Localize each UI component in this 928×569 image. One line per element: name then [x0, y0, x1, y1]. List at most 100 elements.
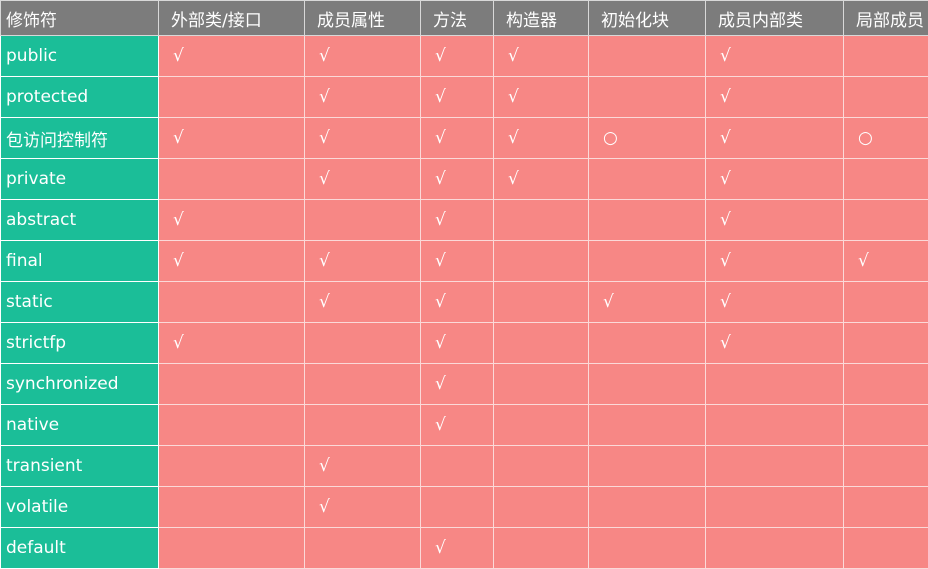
- table-row: private√√√√: [1, 159, 928, 200]
- modifier-name-cell: 包访问控制符: [1, 118, 159, 159]
- method-cell: √: [421, 77, 494, 118]
- modifier-name-cell: abstract: [1, 200, 159, 241]
- modifier-table: 修饰符 外部类/接口 成员属性 方法 构造器 初始化块 成员内部类 局部成员 p…: [0, 0, 928, 569]
- member-field-cell: √: [305, 118, 421, 159]
- method-cell: √: [421, 405, 494, 446]
- local-member-cell: [844, 159, 928, 200]
- member-inner-class-cell: [706, 528, 844, 569]
- outer-class-interface-cell: [159, 77, 305, 118]
- method-cell: [421, 446, 494, 487]
- outer-class-interface-cell: [159, 446, 305, 487]
- modifier-name-cell: final: [1, 241, 159, 282]
- member-inner-class-cell: [706, 405, 844, 446]
- member-field-cell: √: [305, 159, 421, 200]
- header-constructor: 构造器: [494, 1, 589, 36]
- initializer-block-cell: √: [589, 282, 706, 323]
- header-row: 修饰符 外部类/接口 成员属性 方法 构造器 初始化块 成员内部类 局部成员: [1, 1, 928, 36]
- member-field-cell: √: [305, 241, 421, 282]
- outer-class-interface-cell: √: [159, 323, 305, 364]
- constructor-cell: [494, 323, 589, 364]
- table-row: volatile √: [1, 487, 928, 528]
- modifier-name-cell: native: [1, 405, 159, 446]
- local-member-cell: [844, 77, 928, 118]
- method-cell: √: [421, 118, 494, 159]
- member-field-cell: √: [305, 77, 421, 118]
- member-inner-class-cell: √: [706, 323, 844, 364]
- header-method: 方法: [421, 1, 494, 36]
- initializer-block-cell: [589, 405, 706, 446]
- modifier-name-cell: synchronized: [1, 364, 159, 405]
- method-cell: √: [421, 282, 494, 323]
- initializer-block-cell: [589, 36, 706, 77]
- initializer-block-cell: [589, 159, 706, 200]
- table-row: strictfp√√√: [1, 323, 928, 364]
- member-field-cell: √: [305, 446, 421, 487]
- member-field-cell: [305, 364, 421, 405]
- local-member-cell: [844, 323, 928, 364]
- modifier-name-cell: private: [1, 159, 159, 200]
- member-field-cell: [305, 528, 421, 569]
- member-field-cell: [305, 405, 421, 446]
- method-cell: [421, 487, 494, 528]
- constructor-cell: [494, 487, 589, 528]
- member-inner-class-cell: √: [706, 159, 844, 200]
- constructor-cell: [494, 282, 589, 323]
- method-cell: √: [421, 323, 494, 364]
- header-local-member: 局部成员: [844, 1, 928, 36]
- table-row: transient √: [1, 446, 928, 487]
- constructor-cell: √: [494, 118, 589, 159]
- local-member-cell: [844, 528, 928, 569]
- constructor-cell: √: [494, 77, 589, 118]
- member-inner-class-cell: √: [706, 200, 844, 241]
- initializer-block-cell: [589, 77, 706, 118]
- outer-class-interface-cell: [159, 405, 305, 446]
- initializer-block-cell: [589, 364, 706, 405]
- outer-class-interface-cell: √: [159, 241, 305, 282]
- member-field-cell: [305, 200, 421, 241]
- outer-class-interface-cell: [159, 282, 305, 323]
- local-member-cell: [844, 36, 928, 77]
- local-member-cell: ○: [844, 118, 928, 159]
- table-row: protected√√√√: [1, 77, 928, 118]
- member-field-cell: √: [305, 282, 421, 323]
- table-row: final√√√√√: [1, 241, 928, 282]
- constructor-cell: √: [494, 159, 589, 200]
- outer-class-interface-cell: √: [159, 200, 305, 241]
- initializer-block-cell: [589, 446, 706, 487]
- constructor-cell: [494, 528, 589, 569]
- modifier-name-cell: transient: [1, 446, 159, 487]
- modifier-name-cell: public: [1, 36, 159, 77]
- outer-class-interface-cell: [159, 364, 305, 405]
- method-cell: √: [421, 364, 494, 405]
- member-inner-class-cell: √: [706, 77, 844, 118]
- local-member-cell: [844, 200, 928, 241]
- method-cell: √: [421, 241, 494, 282]
- member-field-cell: √: [305, 487, 421, 528]
- outer-class-interface-cell: √: [159, 36, 305, 77]
- table-row: static√√√√: [1, 282, 928, 323]
- initializer-block-cell: [589, 323, 706, 364]
- table-row: public√√√√√: [1, 36, 928, 77]
- outer-class-interface-cell: [159, 159, 305, 200]
- modifier-name-cell: protected: [1, 77, 159, 118]
- member-inner-class-cell: [706, 364, 844, 405]
- outer-class-interface-cell: [159, 528, 305, 569]
- modifier-name-cell: default: [1, 528, 159, 569]
- header-member-field: 成员属性: [305, 1, 421, 36]
- header-modifier: 修饰符: [1, 1, 159, 36]
- modifier-name-cell: strictfp: [1, 323, 159, 364]
- method-cell: √: [421, 528, 494, 569]
- member-inner-class-cell: √: [706, 118, 844, 159]
- outer-class-interface-cell: √: [159, 118, 305, 159]
- method-cell: √: [421, 200, 494, 241]
- outer-class-interface-cell: [159, 487, 305, 528]
- initializer-block-cell: [589, 487, 706, 528]
- modifier-name-cell: volatile: [1, 487, 159, 528]
- modifier-name-cell: static: [1, 282, 159, 323]
- table-body: public√√√√√protected√√√√包访问控制符√√√√○√○pri…: [1, 36, 928, 569]
- member-inner-class-cell: [706, 446, 844, 487]
- constructor-cell: [494, 364, 589, 405]
- table-row: native √: [1, 405, 928, 446]
- method-cell: √: [421, 36, 494, 77]
- local-member-cell: [844, 487, 928, 528]
